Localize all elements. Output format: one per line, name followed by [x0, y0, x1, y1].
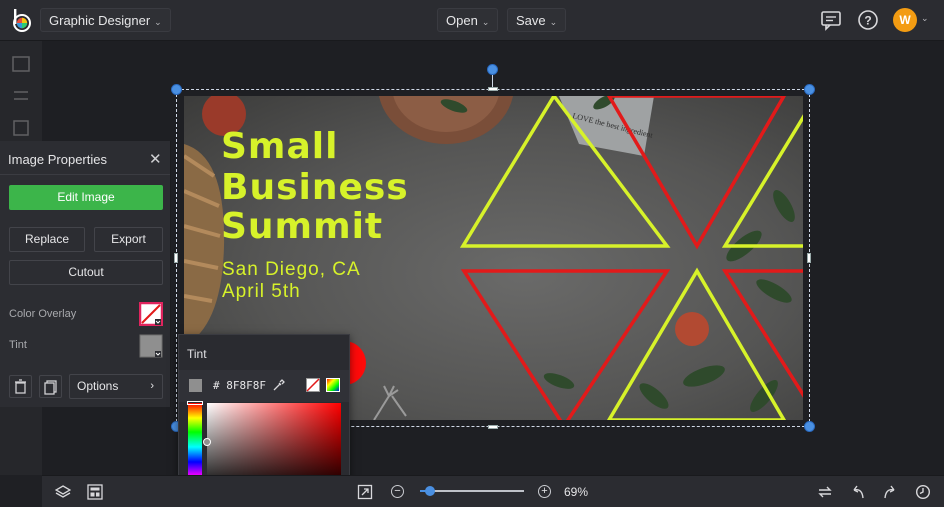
- save-button[interactable]: Save ⌄: [507, 8, 567, 32]
- edit-image-button[interactable]: Edit Image: [9, 185, 163, 210]
- workspace-dropdown[interactable]: Graphic Designer ⌄: [40, 8, 171, 32]
- zoom-out-icon[interactable]: −: [391, 485, 404, 498]
- zoom-value: 69%: [564, 485, 589, 499]
- options-label: Options: [77, 379, 119, 393]
- redo-icon[interactable]: [882, 484, 898, 500]
- cutout-button[interactable]: Cutout: [9, 260, 163, 285]
- title-line[interactable]: Summit: [221, 208, 383, 246]
- grid-icon[interactable]: [12, 119, 30, 137]
- svg-text:?: ?: [864, 14, 871, 28]
- tint-current-color: [189, 379, 202, 392]
- chevron-right-icon: ›: [150, 380, 154, 392]
- delete-button[interactable]: [9, 375, 32, 398]
- chevron-down-icon: ⌄: [154, 17, 162, 27]
- chevron-down-icon[interactable]: ⌄: [921, 13, 929, 24]
- tint-swatch[interactable]: [139, 334, 163, 358]
- fork-graphic: [373, 385, 399, 420]
- chevron-down-icon: ⌄: [549, 17, 558, 27]
- zoom-slider-thumb[interactable]: [425, 486, 435, 496]
- resize-handle[interactable]: [804, 84, 815, 95]
- help-icon[interactable]: ?: [857, 9, 879, 31]
- template-icon[interactable]: [87, 484, 103, 500]
- image-icon[interactable]: [12, 55, 30, 73]
- subtitle-line[interactable]: April 5th: [222, 281, 301, 303]
- workspace-label: Graphic Designer: [49, 13, 151, 28]
- copy-icon: [44, 380, 57, 395]
- chevron-down-icon: ⌄: [481, 17, 490, 27]
- edge-handle[interactable]: [174, 253, 178, 263]
- apple-graphic: [675, 312, 709, 346]
- edge-handle[interactable]: [807, 253, 811, 263]
- logo-icon[interactable]: [9, 8, 33, 32]
- color-overlay-swatch[interactable]: [139, 302, 163, 326]
- adjust-icon[interactable]: [12, 87, 30, 105]
- color-spectrum-icon[interactable]: [326, 378, 340, 392]
- resize-handle[interactable]: [804, 421, 815, 432]
- no-color-icon[interactable]: [306, 378, 320, 392]
- title-line[interactable]: Business: [221, 169, 409, 207]
- open-label: Open: [446, 13, 478, 28]
- history-icon[interactable]: [915, 484, 931, 500]
- edge-handle[interactable]: [488, 425, 498, 429]
- zoom-in-icon[interactable]: +: [538, 485, 551, 498]
- export-button[interactable]: Export: [94, 227, 163, 252]
- zoom-slider[interactable]: [420, 490, 524, 492]
- image-properties-panel: Image Properties ✕ Edit Image Replace Ex…: [0, 141, 171, 407]
- layers-icon[interactable]: [55, 484, 71, 500]
- tint-picker-title: Tint: [187, 347, 207, 361]
- flip-icon[interactable]: [817, 484, 833, 500]
- color-overlay-label: Color Overlay: [9, 308, 77, 320]
- resize-handle[interactable]: [171, 84, 182, 95]
- save-label: Save: [516, 13, 546, 28]
- panel-header: Image Properties ✕: [0, 141, 170, 175]
- subtitle-line[interactable]: San Diego, CA: [222, 259, 361, 281]
- close-icon[interactable]: ✕: [149, 150, 162, 168]
- hex-input[interactable]: # 8F8F8F: [213, 379, 266, 392]
- duplicate-button[interactable]: [39, 375, 62, 398]
- pie-graphic: [184, 144, 225, 346]
- color-picker-thumb[interactable]: [203, 438, 211, 446]
- options-button[interactable]: Options ›: [69, 374, 163, 399]
- red-triangle-shape: [460, 269, 671, 420]
- trash-icon: [15, 379, 26, 394]
- comment-icon[interactable]: [820, 9, 842, 31]
- top-bar: Graphic Designer ⌄ Open ⌄ Save ⌄ ? W ⌄: [0, 0, 944, 41]
- rotate-handle[interactable]: [487, 64, 498, 75]
- eyedropper-icon[interactable]: [272, 379, 285, 392]
- tint-label: Tint: [9, 339, 27, 351]
- panel-title: Image Properties: [8, 152, 107, 167]
- open-button[interactable]: Open ⌄: [437, 8, 499, 32]
- undo-icon[interactable]: [850, 484, 866, 500]
- edge-handle[interactable]: [488, 87, 498, 91]
- avatar[interactable]: W: [893, 8, 917, 32]
- hue-slider-thumb[interactable]: [187, 401, 203, 405]
- title-line[interactable]: Small: [221, 128, 338, 166]
- replace-button[interactable]: Replace: [9, 227, 85, 252]
- fit-screen-icon[interactable]: [357, 484, 373, 500]
